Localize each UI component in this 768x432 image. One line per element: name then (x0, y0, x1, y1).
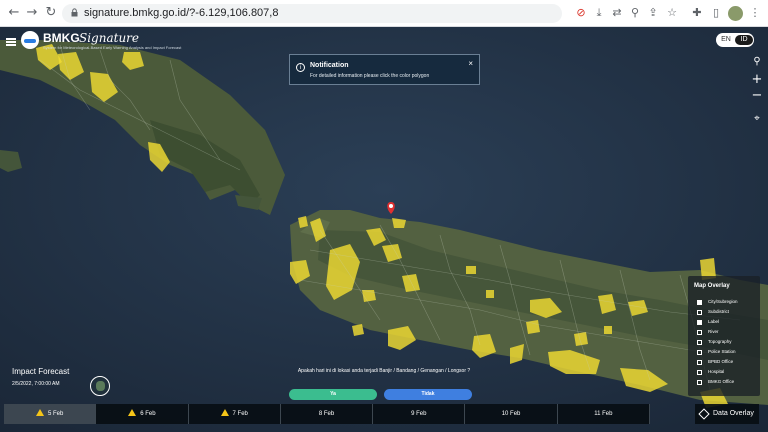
day-tab-label: 7 Feb (232, 411, 248, 417)
extensions-icon[interactable]: ✚ (690, 6, 704, 20)
notification-title: Notification (310, 62, 349, 69)
browser-toolbar: ← → ↻ signature.bmkg.go.id/?-6.129,106.8… (0, 0, 768, 27)
overlay-option-label: Police Station (708, 349, 736, 354)
lang-en[interactable]: EN (717, 35, 735, 45)
lang-id[interactable]: ID (735, 35, 753, 45)
zoom-icon[interactable]: ⚲ (628, 6, 642, 20)
map-overlay-title: Map Overlay (694, 283, 730, 289)
bmkg-logo (21, 31, 39, 49)
overlay-option-label: City/Subregion (708, 299, 738, 304)
overlay-option-label: Topography (708, 339, 732, 344)
day-tab[interactable]: 10 Feb (465, 404, 558, 424)
day-tab[interactable]: 9 Feb (373, 404, 466, 424)
overlay-option-label: Subdistrict (708, 309, 730, 314)
reload-icon[interactable]: ↻ (43, 5, 59, 21)
warning-icon (128, 408, 137, 416)
day-tab[interactable]: 11 Feb (558, 404, 650, 424)
day-tab-label: 9 Feb (411, 411, 427, 417)
survey-question: Apakah hari ini di lokasi anda terjadi B… (297, 368, 471, 374)
info-icon: i (296, 63, 305, 72)
download-icon[interactable]: ⤓ (592, 6, 606, 20)
overlay-checkbox[interactable] (697, 330, 702, 335)
overlay-checkbox[interactable] (697, 310, 702, 315)
overlay-checkbox[interactable] (697, 370, 702, 375)
day-tab-label: 10 Feb (501, 411, 521, 417)
day-tab[interactable]: 6 Feb (96, 404, 189, 424)
overlay-option-label: River (708, 329, 719, 334)
day-tab[interactable]: 8 Feb (281, 404, 374, 424)
language-toggle[interactable]: EN ID (716, 33, 754, 47)
blocked-icon[interactable]: ⊘ (574, 6, 588, 20)
yes-button[interactable]: Ya (289, 389, 377, 400)
address-bar[interactable]: signature.bmkg.go.id/?-6.129,106.807,8 (62, 4, 562, 23)
overlay-option-label: Hospital (708, 369, 725, 374)
day-tab-label: 8 Feb (318, 411, 335, 417)
warning-icon (220, 408, 229, 416)
basemap-toggle-button[interactable] (90, 376, 110, 396)
data-overlay-button[interactable]: Data Overlay (695, 404, 759, 424)
day-tab-label: 5 Feb (47, 411, 64, 417)
share-icon[interactable]: ⇪ (646, 6, 660, 20)
overlay-option-label: BPBD Office (708, 359, 734, 364)
sidepanel-icon[interactable]: ▯ (709, 6, 723, 20)
zoom-out-icon[interactable]: − (751, 89, 763, 102)
profile-avatar[interactable] (728, 6, 743, 21)
overlay-option-label: BMKG Office (708, 379, 735, 384)
impact-forecast-datetime: 2/5/2022, 7:00:00 AM (12, 381, 60, 387)
brand-subtitle: Signature (79, 31, 140, 45)
day-tab[interactable]: 5 Feb (4, 404, 97, 424)
no-button[interactable]: Tidak (384, 389, 472, 400)
lock-icon (71, 8, 78, 17)
notification-panel: i Notification For detailed information … (289, 54, 480, 85)
zoom-in-icon[interactable]: + (751, 73, 763, 86)
forecast-day-bar: 5 Feb 6 Feb 7 Feb 8 Feb 9 Feb 10 Feb 11 Feb (4, 404, 650, 424)
overlay-checkbox[interactable] (697, 340, 702, 345)
hamburger-menu-icon[interactable] (6, 38, 16, 46)
overlay-option-label: Label (708, 319, 720, 324)
overlay-checkbox[interactable] (697, 380, 702, 385)
warning-icon (35, 408, 44, 416)
day-tab-label: 11 Feb (594, 411, 613, 417)
brand-name: BMKG (43, 31, 80, 45)
day-tab-label: 6 Feb (140, 411, 156, 417)
url-text: signature.bmkg.go.id/?-6.129,106.807,8 (84, 7, 279, 19)
forward-icon[interactable]: → (24, 5, 40, 21)
overlay-checkbox[interactable] (697, 320, 702, 325)
close-icon[interactable]: × (468, 59, 473, 68)
overlay-checkbox[interactable] (697, 350, 702, 355)
back-icon[interactable]: ← (6, 5, 22, 21)
translate-icon[interactable]: ⇄ (610, 6, 624, 20)
map-overlay-panel: Map Overlay City/Subregion Subdistrict Lab… (688, 276, 760, 396)
overlay-checkbox[interactable] (697, 360, 702, 365)
search-icon[interactable]: ⚲ (751, 56, 763, 68)
data-overlay-label: Data Overlay (713, 410, 754, 417)
menu-dots-icon[interactable]: ⋮ (748, 6, 762, 20)
overlay-checkbox[interactable] (697, 300, 702, 305)
notification-message: For detailed information please click th… (310, 73, 430, 79)
location-pin-icon[interactable]: ⌖ (751, 113, 763, 125)
layers-icon (698, 408, 710, 420)
brand-tagline: System for Meteorological-Based Early Wa… (43, 45, 182, 50)
bookmark-star-icon[interactable]: ☆ (665, 6, 679, 20)
day-tab[interactable]: 7 Feb (189, 404, 281, 424)
impact-forecast-title: Impact Forecast (12, 367, 70, 376)
